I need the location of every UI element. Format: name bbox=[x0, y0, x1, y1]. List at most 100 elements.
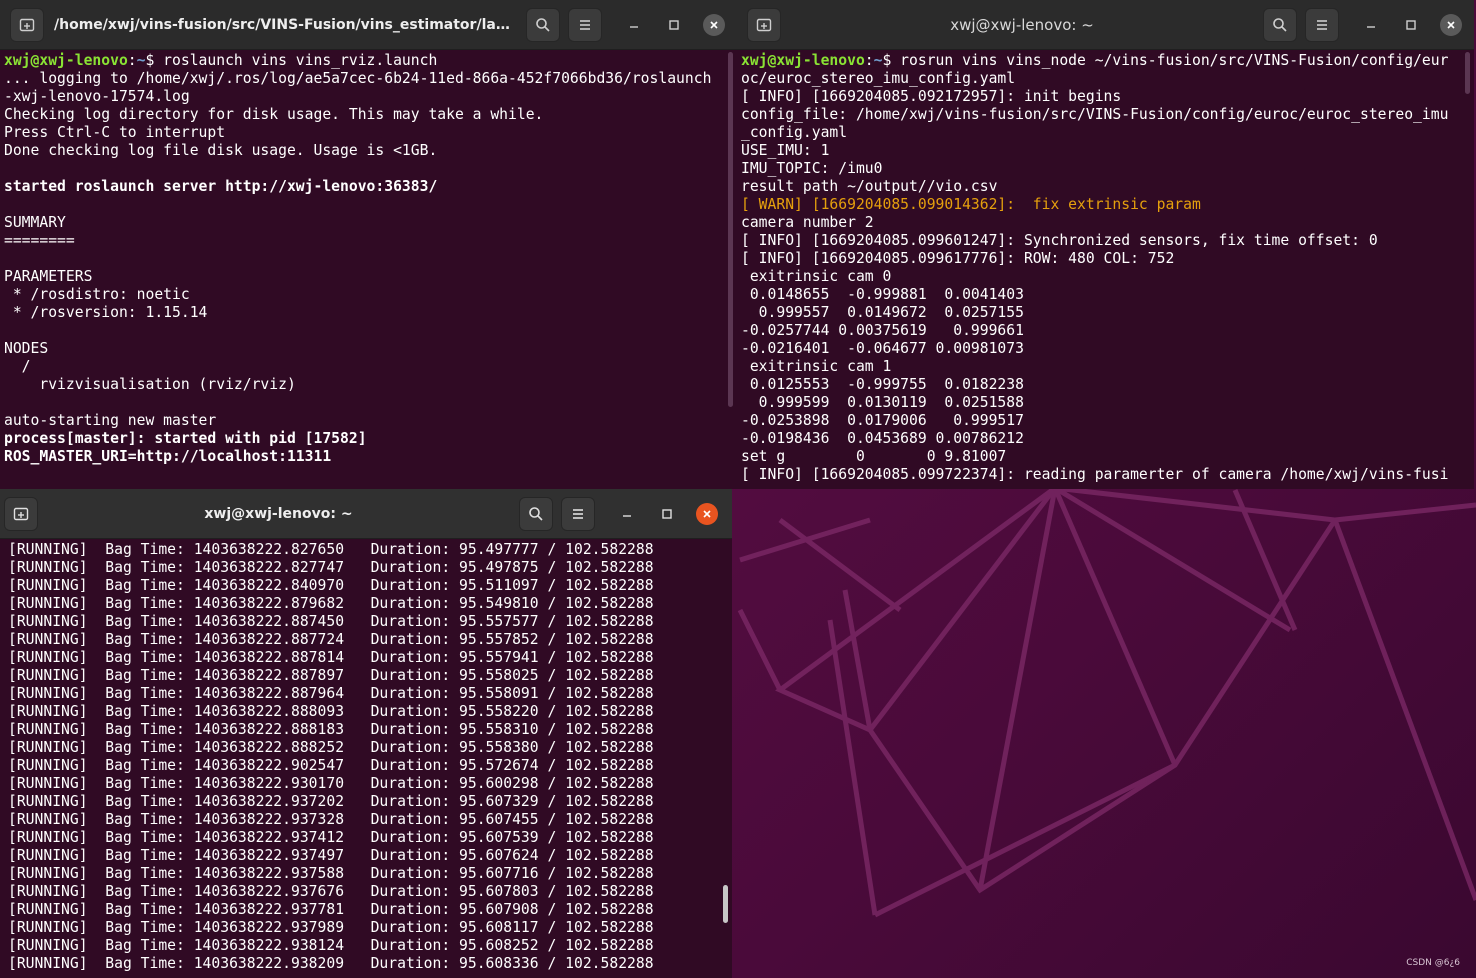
line-text: ... logging to /home/xwj/.ros/log/ae5a7c… bbox=[4, 70, 712, 87]
minimize-button[interactable] bbox=[1357, 11, 1385, 39]
maximize-icon bbox=[1406, 19, 1416, 30]
maximize-button[interactable] bbox=[660, 11, 688, 39]
scrollbar[interactable] bbox=[723, 885, 728, 923]
spacer: / bbox=[538, 739, 566, 756]
status-label: [RUNNING] bbox=[8, 919, 88, 936]
titlebar[interactable]: xwj@xwj-lenovo: ~ bbox=[0, 489, 732, 539]
duration-label: Duration: bbox=[370, 901, 451, 918]
close-button[interactable] bbox=[1437, 11, 1465, 39]
maximize-button[interactable] bbox=[1397, 11, 1425, 39]
titlebar[interactable]: /home/xwj/vins-fusion/src/VINS-Fusion/vi… bbox=[0, 0, 737, 50]
terminal-window-roslaunch[interactable]: /home/xwj/vins-fusion/src/VINS-Fusion/vi… bbox=[0, 0, 737, 489]
bag-time-label: Bag Time: bbox=[105, 865, 185, 882]
scrollbar[interactable] bbox=[1465, 52, 1470, 94]
spacer: / bbox=[538, 631, 566, 648]
terminal-line: exitrinsic cam 0 bbox=[741, 268, 1474, 286]
duration-total: 102.582288 bbox=[565, 883, 654, 900]
duration-label: Duration: bbox=[370, 541, 451, 558]
rosbag-status-line: [RUNNING] Bag Time: 1403638222.888093 Du… bbox=[8, 703, 732, 721]
minimize-button[interactable] bbox=[613, 500, 641, 528]
terminal-line: rvizvisualisation (rviz/rviz) bbox=[4, 376, 737, 394]
duration-label: Duration: bbox=[370, 739, 451, 756]
rosbag-status-line: [RUNNING] Bag Time: 1403638222.887964 Du… bbox=[8, 685, 732, 703]
menu-button[interactable] bbox=[568, 7, 602, 42]
close-button[interactable] bbox=[700, 11, 728, 39]
line-text: -0.0257744 0.00375619 0.999661 bbox=[741, 322, 1024, 339]
new-tab-button[interactable] bbox=[4, 496, 38, 531]
spacer: / bbox=[538, 883, 566, 900]
bag-time-value: 1403638222.888252 bbox=[193, 739, 345, 756]
duration-label: Duration: bbox=[370, 955, 451, 972]
rosbag-status-line: [RUNNING] Bag Time: 1403638222.840970 Du… bbox=[8, 577, 732, 595]
bag-time-label: Bag Time: bbox=[105, 775, 185, 792]
spacer: / bbox=[538, 919, 566, 936]
minimize-button[interactable] bbox=[620, 11, 648, 39]
duration-label: Duration: bbox=[370, 613, 451, 630]
status-label: [RUNNING] bbox=[8, 559, 88, 576]
rosbag-status-line: [RUNNING] Bag Time: 1403638222.827650 Du… bbox=[8, 541, 732, 559]
new-tab-button[interactable] bbox=[747, 7, 781, 42]
search-button[interactable] bbox=[1263, 7, 1297, 42]
line-text: 0.999599 0.0130119 0.0251588 bbox=[741, 394, 1024, 411]
bag-time-value: 1403638222.887897 bbox=[193, 667, 345, 684]
terminal-line: [ INFO] [1669204085.099722374]: reading … bbox=[741, 466, 1474, 484]
line-text: Press Ctrl-C to interrupt bbox=[4, 124, 226, 141]
status-label: [RUNNING] bbox=[8, 865, 88, 882]
terminal-line: Press Ctrl-C to interrupt bbox=[4, 124, 737, 142]
terminal-line: ... logging to /home/xwj/.ros/log/ae5a7c… bbox=[4, 70, 737, 88]
new-tab-button[interactable] bbox=[10, 7, 44, 42]
status-label: [RUNNING] bbox=[8, 739, 88, 756]
scrollbar[interactable] bbox=[728, 52, 733, 407]
status-label: [RUNNING] bbox=[8, 937, 88, 954]
terminal-window-vins-node[interactable]: xwj@xwj-lenovo: ~ xwj@xwj-lenovo:~$ rosr… bbox=[737, 0, 1474, 489]
maximize-button[interactable] bbox=[653, 500, 681, 528]
duration-value: 95.497777 bbox=[459, 541, 539, 558]
bag-time-label: Bag Time: bbox=[105, 703, 185, 720]
bag-time-value: 1403638222.938124 bbox=[193, 937, 345, 954]
duration-label: Duration: bbox=[370, 775, 451, 792]
maximize-icon bbox=[662, 508, 672, 519]
search-button[interactable] bbox=[526, 7, 560, 42]
duration-value: 95.557852 bbox=[459, 631, 539, 648]
terminal-line: ======== bbox=[4, 232, 737, 250]
duration-label: Duration: bbox=[370, 685, 451, 702]
line-text: config_file: /home/xwj/vins-fusion/src/V… bbox=[741, 106, 1449, 123]
terminal-line: -0.0253898 0.0179006 0.999517 bbox=[741, 412, 1474, 430]
duration-label: Duration: bbox=[370, 865, 451, 882]
bag-time-label: Bag Time: bbox=[105, 883, 185, 900]
search-button[interactable] bbox=[519, 496, 553, 531]
terminal-output[interactable]: xwj@xwj-lenovo:~$ roslaunch vins vins_rv… bbox=[0, 50, 737, 489]
bag-time-value: 1403638222.888183 bbox=[193, 721, 345, 738]
duration-total: 102.582288 bbox=[565, 811, 654, 828]
rosbag-status-line: [RUNNING] Bag Time: 1403638222.937676 Du… bbox=[8, 883, 732, 901]
duration-value: 95.607539 bbox=[459, 829, 539, 846]
terminal-output[interactable]: xwj@xwj-lenovo:~$ rosrun vins vins_node … bbox=[737, 50, 1474, 489]
terminal-window-rosbag[interactable]: xwj@xwj-lenovo: ~ [RUNNING] Bag Time: 14… bbox=[0, 489, 732, 978]
close-button[interactable] bbox=[693, 500, 721, 528]
bag-time-label: Bag Time: bbox=[105, 811, 185, 828]
titlebar[interactable]: xwj@xwj-lenovo: ~ bbox=[737, 0, 1474, 50]
menu-button[interactable] bbox=[561, 496, 595, 531]
bag-time-label: Bag Time: bbox=[105, 577, 185, 594]
bag-time-value: 1403638222.902547 bbox=[193, 757, 345, 774]
terminal-output[interactable]: [RUNNING] Bag Time: 1403638222.827650 Du… bbox=[0, 539, 732, 978]
duration-value: 95.607803 bbox=[459, 883, 539, 900]
rosbag-status-line: [RUNNING] Bag Time: 1403638222.937588 Du… bbox=[8, 865, 732, 883]
status-label: [RUNNING] bbox=[8, 775, 88, 792]
menu-button[interactable] bbox=[1305, 7, 1339, 42]
